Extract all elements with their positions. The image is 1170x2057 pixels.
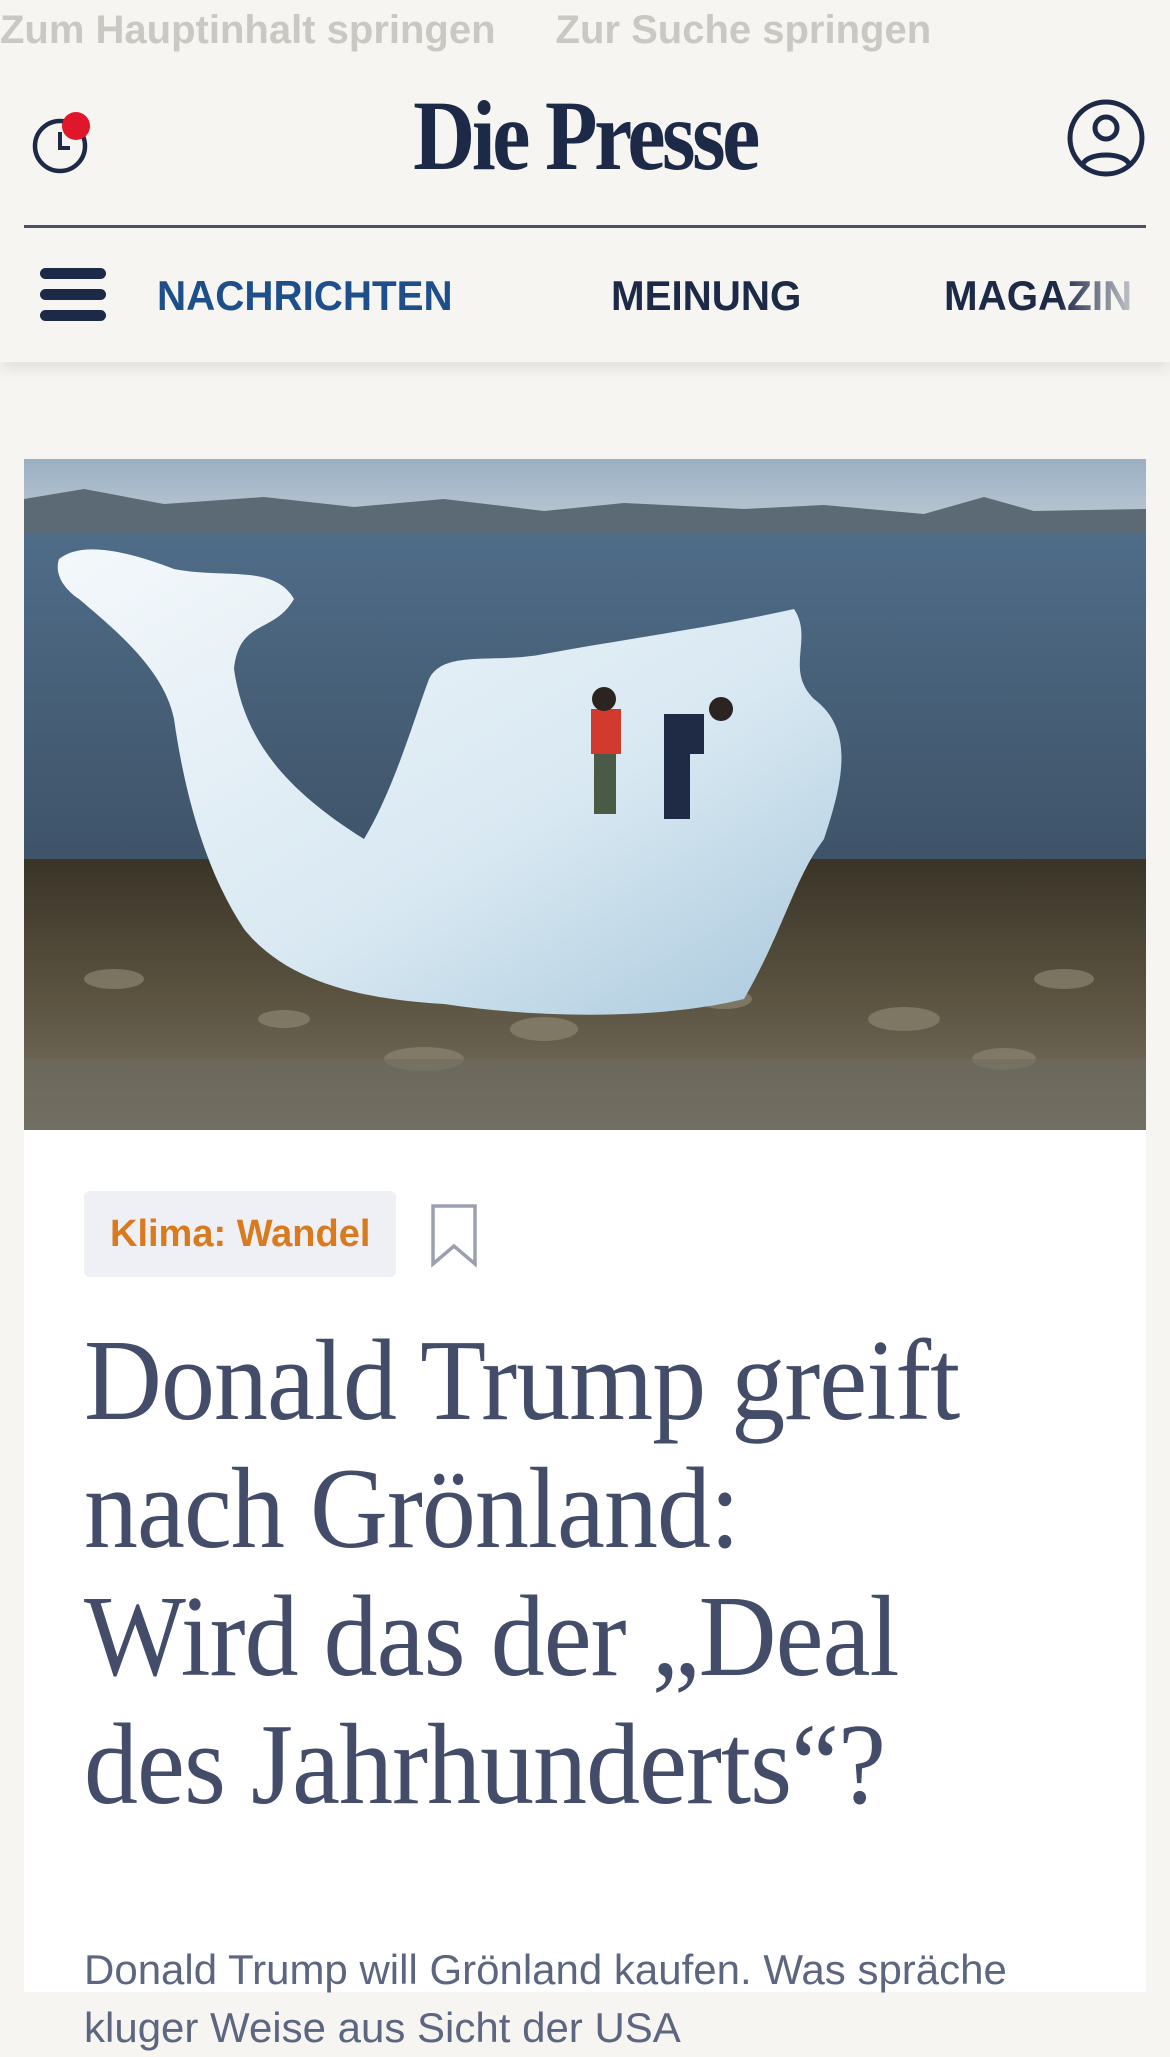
headline-line: Donald Trump greift — [84, 1317, 960, 1445]
category-tag[interactable]: Klima: Wandel — [84, 1191, 397, 1277]
user-icon[interactable] — [1066, 98, 1146, 178]
article-photo[interactable] — [24, 459, 1146, 1130]
hamburger-icon[interactable] — [40, 268, 106, 322]
article-card: Klima: Wandel Donald Trump greift nach G… — [24, 459, 1146, 2051]
skip-to-content-link[interactable]: Zum Hauptinhalt springen — [0, 8, 496, 52]
headline-line: nach Grönland: — [84, 1445, 740, 1573]
article-lead: Donald Trump will Grönland kaufen. Was s… — [84, 1946, 1007, 2051]
headline-line: Wird das der „Deal — [84, 1573, 900, 1701]
nav-item-nachrichten[interactable]: NACHRICHTEN — [157, 272, 453, 320]
article-headline: Donald Trump greift nach Grönland: Wird … — [84, 1317, 1124, 1829]
bookmark-icon[interactable] — [429, 1202, 479, 1268]
logo[interactable]: Die Presse — [82, 78, 1088, 193]
nav-item-meinung[interactable]: MEINUNG — [611, 272, 801, 320]
skip-links: Zum Hauptinhalt springen Zur Suche spring… — [0, 8, 991, 53]
skip-to-search-link[interactable]: Zur Suche springen — [556, 8, 932, 52]
site-header: Die Presse NACHRICHTEN MEINUNG MAGAZIN — [0, 0, 1170, 362]
header-divider — [24, 225, 1146, 228]
nav-item-magazin[interactable]: MAGAZIN — [944, 272, 1132, 320]
headline-line: des Jahrhunderts“? — [84, 1701, 886, 1829]
